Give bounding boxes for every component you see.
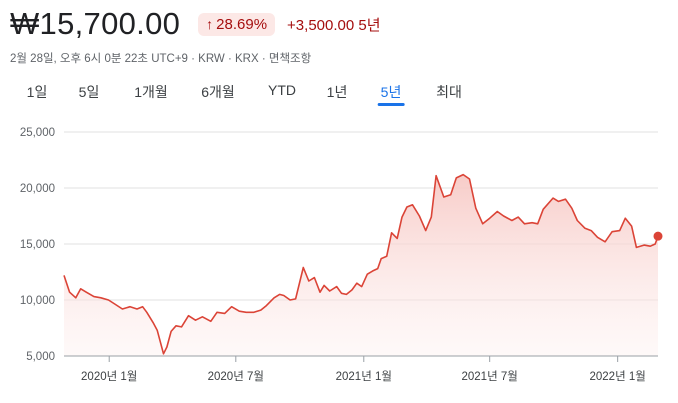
- last-price-dot: [653, 231, 663, 241]
- x-tick-label: 2022년 1월: [589, 370, 645, 383]
- y-tick-label: 10,000: [20, 295, 55, 307]
- y-tick-label: 20,000: [20, 183, 55, 195]
- y-tick-label: 5,000: [26, 351, 55, 363]
- x-tick-label: 2021년 1월: [336, 370, 392, 383]
- x-tick-label: 2020년 7월: [208, 370, 264, 383]
- price-chart[interactable]: 5,000 10,000 15,000 20,000 25,000 2020년 1월 20…: [0, 0, 678, 403]
- price-area-fill: [64, 174, 658, 356]
- y-tick-label: 15,000: [20, 239, 55, 251]
- x-tick-label: 2021년 7월: [462, 370, 518, 383]
- y-tick-label: 25,000: [20, 127, 55, 139]
- x-tick-label: 2020년 1월: [81, 370, 137, 383]
